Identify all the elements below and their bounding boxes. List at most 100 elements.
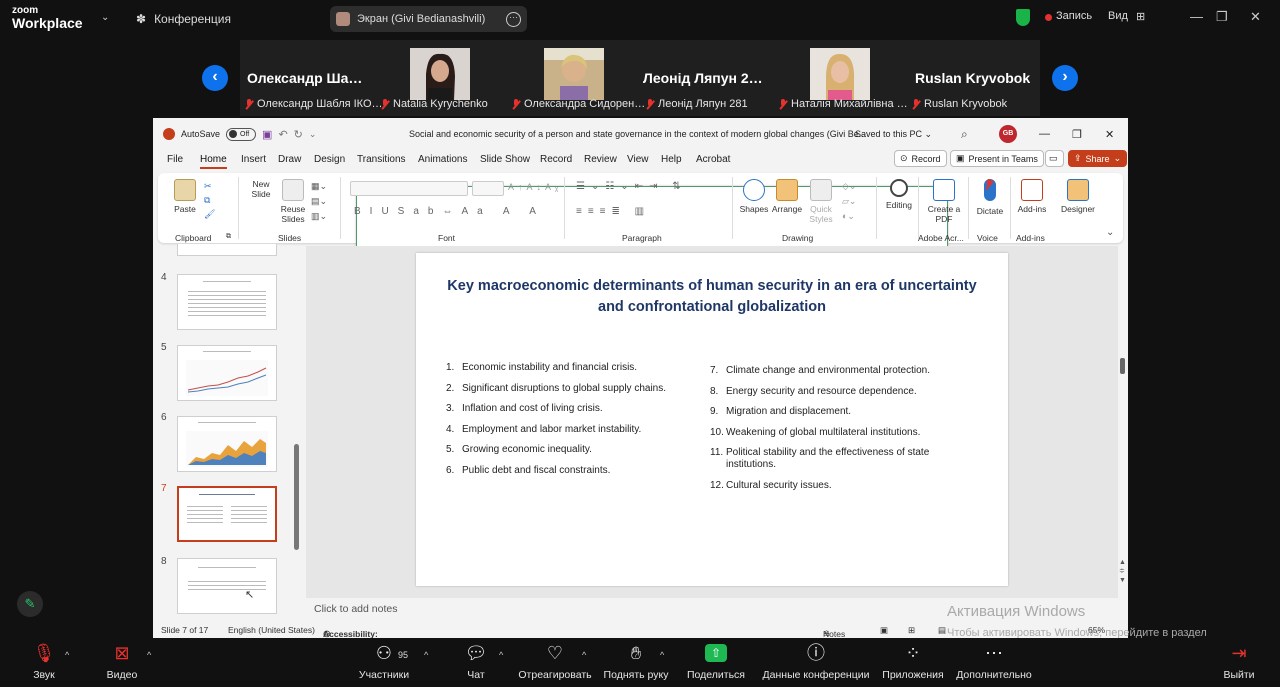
slide-thumbnail[interactable] (177, 274, 277, 330)
record-button[interactable]: ⊙ Record (894, 150, 947, 167)
slide-sorter-icon[interactable]: ⊞ (908, 625, 915, 636)
thumbnails-scrollbar[interactable] (294, 444, 299, 550)
slide-thumbnail-selected[interactable] (177, 486, 277, 542)
comments-button[interactable]: ▭ (1045, 150, 1064, 167)
editing-button[interactable]: Editing (880, 179, 918, 210)
current-slide[interactable]: Key macroeconomic determinants of human … (416, 253, 1008, 586)
reading-view-icon[interactable]: ▤ (938, 625, 946, 636)
share-button[interactable]: ⇪ Share ⌄ (1068, 150, 1128, 167)
view-grid-icon[interactable]: ⊞ (1136, 10, 1145, 23)
dictate-button[interactable]: Dictate (972, 179, 1008, 216)
thumb-line (188, 581, 266, 582)
collapse-ribbon-icon[interactable]: ⌄ (1106, 227, 1114, 238)
present-in-teams-label: Present in Teams (968, 153, 1038, 164)
prev-participants-button[interactable]: ‹ (202, 65, 228, 91)
tab-draw[interactable]: Draw (278, 154, 301, 165)
editor-scroll-thumb[interactable] (1120, 358, 1125, 374)
video-button[interactable]: ⊠ Видео (104, 642, 140, 681)
tab-record[interactable]: Record (540, 154, 572, 165)
tab-help[interactable]: Help (661, 154, 682, 165)
new-slide-button[interactable]: New Slide (246, 179, 948, 519)
language-indicator[interactable]: English (United States) (228, 625, 315, 635)
designer-button[interactable]: Designer (1058, 179, 1098, 214)
arrange-button[interactable]: Arrange (770, 179, 804, 214)
tab-home[interactable]: Home (200, 154, 227, 169)
chat-button[interactable]: 💬︎ Чат (462, 642, 490, 681)
page-nav-icons[interactable]: ▲ ≑ ▼ (1119, 558, 1126, 585)
chat-options-caret[interactable]: ^ (499, 650, 503, 660)
clipboard-tools[interactable]: ✂ ⧉ 🖌 (204, 179, 215, 221)
zoom-logo[interactable]: zoom Workplace (12, 6, 83, 31)
screen-share-pill[interactable]: Экран (Givi Bedianashvili) ··· (330, 6, 527, 32)
tab-design[interactable]: Design (314, 154, 345, 165)
shapes-button[interactable]: Shapes (738, 179, 770, 214)
slide-thumbnail[interactable] (177, 345, 277, 401)
tab-transitions[interactable]: Transitions (357, 154, 406, 165)
minimize-icon[interactable]: — (1190, 9, 1203, 24)
raise-hand-button[interactable]: ✋︎ Поднять руку (602, 642, 670, 681)
close-icon[interactable]: ✕ (1250, 9, 1261, 25)
add-ins-button[interactable]: Add-ins (1014, 179, 1050, 214)
raise-hand-options-caret[interactable]: ^ (660, 650, 664, 660)
minimize-icon[interactable]: — (1039, 118, 1050, 150)
slide-thumbnail[interactable] (177, 558, 277, 614)
annotate-pencil-button[interactable]: ✎ (17, 591, 43, 617)
normal-view-icon[interactable]: ▣ (880, 625, 888, 636)
tab-view[interactable]: View (627, 154, 649, 165)
arrange-label: Arrange (771, 204, 803, 214)
audio-options-caret[interactable]: ^ (65, 650, 69, 660)
present-in-teams-button[interactable]: ▣ Present in Teams (950, 150, 1044, 167)
react-button[interactable]: ♡ Отреагировать (518, 642, 592, 681)
next-participants-button[interactable]: › (1052, 65, 1078, 91)
paste-button[interactable]: Paste (170, 179, 200, 214)
participants-button[interactable]: ⚇ Участники (356, 642, 412, 681)
security-shield-icon[interactable] (1016, 9, 1030, 26)
create-pdf-button[interactable]: Create a PDF (922, 179, 966, 224)
apps-button[interactable]: ⁘ Приложения (880, 642, 946, 681)
list-tools[interactable]: ☰⌄☷⌄⇤⇥ ⇅ (576, 181, 687, 192)
font-size-tools[interactable]: A↑A↓Aᵪ (508, 182, 562, 192)
video-options-caret[interactable]: ^ (147, 650, 151, 660)
more-button[interactable]: ⋯ Дополнительно (954, 642, 1034, 681)
restore-icon[interactable]: ❐ (1216, 9, 1228, 25)
editor-scrollbar[interactable]: ▲ ≑ ▼ (1119, 246, 1128, 598)
tab-acrobat[interactable]: Acrobat (696, 154, 730, 165)
tab-slide-show[interactable]: Slide Show (480, 154, 530, 165)
customize-qat-icon[interactable]: ⌄ (309, 129, 317, 140)
meeting-info-button[interactable]: ⓘ Данные конференции (762, 642, 870, 681)
font-size-box[interactable] (472, 181, 504, 196)
font-name-box[interactable] (350, 181, 468, 196)
tab-animations[interactable]: Animations (418, 154, 467, 165)
leave-button[interactable]: ⇥ Выйти (1222, 642, 1256, 681)
redo-icon[interactable]: ↻ (294, 128, 303, 141)
quick-styles-button[interactable]: Quick Styles (804, 179, 838, 224)
alignment-tools[interactable]: ≡≡≡≣ ▥ (576, 206, 650, 217)
more-options-icon[interactable]: ··· (506, 11, 521, 27)
close-icon[interactable]: ✕ (1105, 118, 1114, 150)
view-button[interactable]: Вид (1108, 10, 1128, 22)
reuse-slides-button[interactable]: Reuse Slides (278, 179, 308, 224)
react-options-caret[interactable]: ^ (582, 650, 586, 660)
save-icon[interactable]: ▣ (262, 128, 272, 141)
dialog-launcher-icon[interactable]: ⧉ (226, 233, 231, 241)
user-avatar[interactable]: GB (999, 125, 1017, 143)
tab-file[interactable]: File (167, 154, 183, 165)
restore-icon[interactable]: ❐ (1072, 118, 1082, 150)
chevron-down-icon[interactable]: ⌄ (101, 12, 109, 23)
tab-review[interactable]: Review (584, 154, 617, 165)
share-screen-button[interactable]: ⇧ Поделиться (686, 642, 746, 681)
autosave-toggle[interactable]: Off (226, 127, 257, 141)
audio-button[interactable]: 🎙︎ Звук (28, 642, 60, 681)
tab-insert[interactable]: Insert (241, 154, 266, 165)
shape-format-tools[interactable]: ◇⌄ ▱⌄ ◐⌄ (842, 179, 856, 224)
participants-options-caret[interactable]: ^ (424, 650, 428, 660)
font-format-tools[interactable]: BIUSab⇔Aa A A (354, 206, 545, 217)
undo-icon[interactable]: ↶ (278, 128, 287, 141)
slide-layout-tools[interactable]: ▦⌄ ▤⌄ ▥⌄ (311, 179, 327, 224)
record-button[interactable]: Запись (1056, 10, 1092, 22)
saved-status[interactable]: Saved to this PC ⌄ (855, 118, 932, 150)
slide-thumbnail[interactable] (177, 244, 277, 256)
slide-thumbnail[interactable] (177, 416, 277, 472)
conference-button[interactable]: ✽ Конференция (136, 12, 231, 26)
search-icon[interactable]: ⌕ (961, 118, 968, 150)
